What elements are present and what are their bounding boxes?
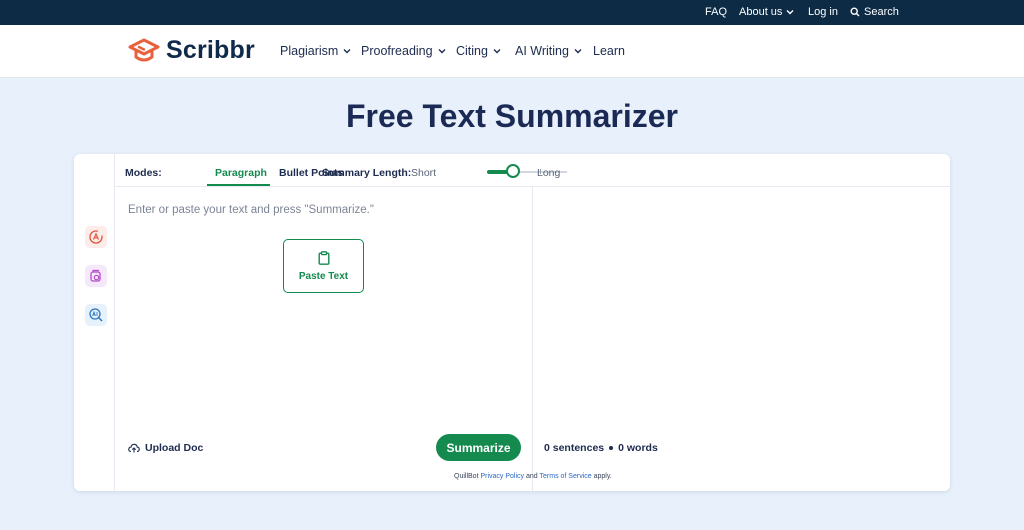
grammar-check-tool-button[interactable] (85, 265, 107, 287)
ai-detector-tool-button[interactable] (85, 304, 107, 326)
legal-suffix: apply. (593, 473, 612, 480)
length-long-label: Long (537, 167, 561, 179)
search-label: Search (864, 6, 899, 18)
login-label: Log in (808, 6, 838, 18)
nav-citing-label: Citing (456, 44, 488, 58)
upload-doc-label: Upload Doc (145, 442, 204, 454)
nav-learn[interactable]: Learn (593, 44, 625, 58)
sentences-count: 0 sentences (544, 442, 605, 454)
legal-prefix: QuillBot (454, 473, 479, 480)
graduation-cap-icon (128, 38, 160, 61)
login-link[interactable]: Log in (808, 6, 838, 18)
summarize-button[interactable]: Summarize (436, 434, 521, 461)
nav-learn-label: Learn (593, 44, 625, 58)
nav-plagiarism-label: Plagiarism (280, 44, 339, 58)
paraphraser-icon (89, 230, 103, 244)
legal-and: and (526, 473, 538, 480)
modes-bar: Modes: Paragraph Bullet Points Summary L… (115, 154, 950, 187)
scribbr-logo[interactable]: Scribbr (127, 36, 255, 65)
ai-detector-icon (89, 308, 103, 322)
top-utility-bar: FAQ About us Log in Search (0, 0, 1024, 25)
main-navbar: Scribbr Plagiarism Proofreading Citing A… (0, 25, 1024, 78)
cloud-upload-icon (128, 443, 140, 453)
about-us-label: About us (739, 6, 783, 18)
paste-text-label: Paste Text (298, 270, 349, 282)
chevron-down-icon (493, 49, 501, 54)
summarizer-card: Modes: Paragraph Bullet Points Summary L… (74, 154, 950, 491)
length-short-label: Short (411, 167, 437, 179)
chevron-down-icon (343, 49, 351, 54)
output-stats: 0 sentences 0 words (544, 442, 658, 454)
active-tab-underline (207, 184, 270, 186)
page-title: Free Text Summarizer (346, 98, 678, 134)
about-us-link[interactable]: About us (739, 6, 794, 18)
terms-of-service-link[interactable]: Terms of Service (540, 473, 592, 480)
nav-citing[interactable]: Citing (456, 44, 501, 58)
paste-text-button[interactable]: Paste Text (283, 239, 364, 293)
grammar-check-icon (90, 269, 101, 282)
nav-plagiarism[interactable]: Plagiarism (280, 44, 351, 58)
chevron-down-icon (438, 49, 446, 54)
summary-length-label: Summary Length: (322, 167, 412, 179)
nav-proofreading[interactable]: Proofreading (361, 44, 446, 58)
stats-separator-dot (609, 446, 614, 450)
nav-ai-writing-label: AI Writing (515, 44, 569, 58)
search-link[interactable]: Search (850, 6, 899, 18)
clipboard-icon (318, 250, 330, 265)
words-count: 0 words (618, 442, 658, 454)
nav-ai-writing[interactable]: AI Writing (515, 44, 582, 58)
faq-label: FAQ (705, 6, 728, 18)
panel-divider (532, 187, 533, 491)
summary-length-slider-handle[interactable] (506, 164, 521, 178)
legal-notice: QuillBot Privacy Policy and Terms of Ser… (454, 473, 612, 480)
tool-rail (74, 154, 115, 491)
paraphraser-tool-button[interactable] (85, 226, 107, 248)
nav-proofreading-label: Proofreading (361, 44, 433, 58)
privacy-policy-link[interactable]: Privacy Policy (480, 473, 524, 480)
search-icon (850, 7, 860, 17)
mode-tab-paragraph[interactable]: Paragraph (215, 167, 267, 179)
upload-doc-button[interactable]: Upload Doc (128, 442, 203, 454)
text-input-area[interactable]: Enter or paste your text and press "Summ… (128, 204, 374, 216)
brand-name: Scribbr (166, 36, 255, 64)
chevron-down-icon (574, 49, 582, 54)
modes-label: Modes: (125, 167, 162, 179)
chevron-down-icon (786, 10, 794, 15)
faq-link[interactable]: FAQ (705, 6, 727, 18)
